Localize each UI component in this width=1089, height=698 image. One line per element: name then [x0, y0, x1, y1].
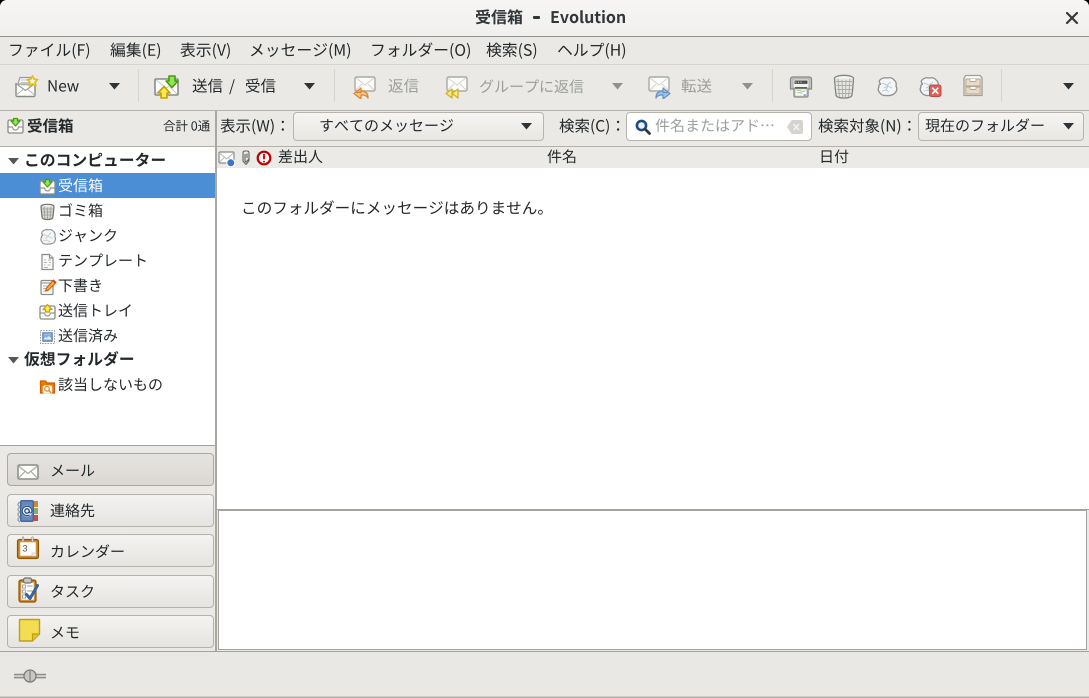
- svg-text:3: 3: [22, 544, 27, 554]
